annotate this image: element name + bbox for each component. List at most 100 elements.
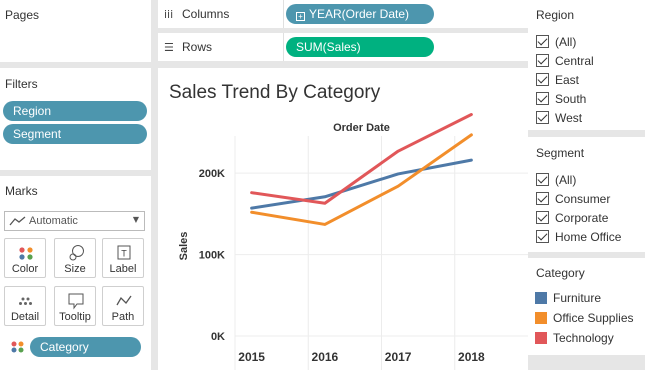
rows-shelf-label: ☰ Rows xyxy=(164,33,212,61)
segment-option-label: Corporate xyxy=(555,210,609,225)
x-tick-label: 2015 xyxy=(238,350,265,364)
tooltip-icon xyxy=(68,293,84,310)
detail-button-label: Detail xyxy=(10,311,40,323)
color-button-label: Color xyxy=(11,263,39,275)
x-tick-label: 2016 xyxy=(312,350,339,364)
mark-type-dropdown[interactable]: Automatic ▼ xyxy=(4,211,145,231)
legend-item-furniture[interactable]: Furniture xyxy=(535,289,601,307)
checkbox[interactable] xyxy=(536,73,549,86)
series-line-office-supplies xyxy=(250,133,473,226)
legend-item-label: Office Supplies xyxy=(553,311,634,325)
plus-box-icon: + xyxy=(296,12,305,21)
segment-option-home-office[interactable]: Home Office xyxy=(536,228,621,245)
sheet-title: Sales Trend By Category xyxy=(169,82,381,103)
pages-card: Pages xyxy=(0,0,151,62)
columns-pill[interactable]: + YEAR(Order Date) xyxy=(286,4,434,24)
chevron-down-icon: ▼ xyxy=(132,215,139,224)
segment-option-consumer[interactable]: Consumer xyxy=(536,190,610,207)
tooltip-button[interactable]: Tooltip xyxy=(54,286,96,326)
region-option-east[interactable]: East xyxy=(536,71,579,88)
segment-option-label: (All) xyxy=(555,172,577,187)
tableau-workspace: Pages Filters Region Segment Marks Autom… xyxy=(0,0,645,370)
y-tick-label: 0K xyxy=(211,331,225,343)
region-option-central[interactable]: Central xyxy=(536,52,594,69)
region-option-label: South xyxy=(555,91,587,106)
rows-label: Rows xyxy=(182,40,213,54)
rows-icon: ☰ xyxy=(164,40,174,54)
line-mark-icon xyxy=(9,216,26,226)
checkbox[interactable] xyxy=(536,54,549,67)
legend-item-office-supplies[interactable]: Office Supplies xyxy=(535,309,634,327)
columns-label: Columns xyxy=(182,7,230,21)
segment-option-label: Home Office xyxy=(555,229,622,244)
legend-item-label: Technology xyxy=(553,331,614,345)
region-option-label: West xyxy=(555,110,583,125)
color-button[interactable]: Color xyxy=(4,238,46,278)
checkbox[interactable] xyxy=(536,211,549,224)
color-dots-icon xyxy=(11,341,24,353)
legend-swatch xyxy=(535,332,547,344)
filters-card: Filters Region Segment xyxy=(0,68,151,170)
filters-title: Filters xyxy=(5,77,38,91)
segment-filter-title: Segment xyxy=(536,146,585,160)
columns-pill-label: YEAR(Order Date) xyxy=(309,7,410,21)
marks-card: Marks Automatic ▼ Color Size T Label Det… xyxy=(0,176,151,370)
size-button[interactable]: Size xyxy=(54,238,96,278)
checkbox[interactable] xyxy=(536,173,549,186)
region-option-label: East xyxy=(555,72,580,87)
segment-option-corporate[interactable]: Corporate xyxy=(536,209,608,226)
x-tick-label: 2017 xyxy=(385,350,412,364)
region-option-all[interactable]: (All) xyxy=(536,33,576,50)
detail-button[interactable]: Detail xyxy=(4,286,46,326)
path-button[interactable]: Path xyxy=(102,286,144,326)
legend-item-label: Furniture xyxy=(553,291,602,305)
y-tick-label: 100K xyxy=(199,250,225,262)
label-button[interactable]: T Label xyxy=(102,238,144,278)
region-option-west[interactable]: West xyxy=(536,109,582,126)
path-icon xyxy=(116,295,132,306)
marks-title: Marks xyxy=(5,184,38,198)
region-filter-title: Region xyxy=(536,8,575,22)
category-color-pill[interactable]: Category xyxy=(30,337,141,357)
tooltip-button-label: Tooltip xyxy=(59,311,91,323)
color-icon xyxy=(19,247,33,260)
label-icon: T xyxy=(117,245,131,260)
segment-filter-card: Segment (All) Consumer Corporate Home Of… xyxy=(528,137,645,252)
region-filter-card: Region (All) Central East South West xyxy=(528,0,645,130)
region-option-label: Central xyxy=(555,53,594,68)
shelf-divider xyxy=(283,0,284,28)
svg-text:T: T xyxy=(121,249,127,259)
series-line-furniture xyxy=(250,158,473,210)
size-icon xyxy=(69,245,84,261)
checkbox[interactable] xyxy=(536,230,549,243)
region-option-label: (All) xyxy=(555,34,577,49)
x-tick-label: 2018 xyxy=(458,350,485,364)
line-chart: Order Date 0K 100K 200K Sales 2015 2016 2017 201… xyxy=(178,113,528,370)
shelf-divider xyxy=(283,33,284,61)
category-legend-card: Category Furniture Office Supplies Techn… xyxy=(528,258,645,355)
region-option-south[interactable]: South xyxy=(536,90,586,107)
segment-option-all[interactable]: (All) xyxy=(536,171,576,188)
mark-type-label: Automatic xyxy=(29,215,78,227)
checkbox[interactable] xyxy=(536,111,549,124)
detail-icon xyxy=(19,297,32,305)
pages-title: Pages xyxy=(5,8,40,22)
y-axis-title: Sales xyxy=(178,232,190,261)
filter-pill-segment[interactable]: Segment xyxy=(3,124,147,144)
columns-icon: iii xyxy=(164,7,174,21)
size-button-label: Size xyxy=(64,263,86,275)
column-header-label: Order Date xyxy=(333,122,390,134)
y-tick-label: 200K xyxy=(199,168,225,180)
columns-shelf-label: iii Columns xyxy=(164,0,229,28)
checkbox[interactable] xyxy=(536,192,549,205)
checkbox[interactable] xyxy=(536,35,549,48)
rows-pill[interactable]: SUM(Sales) xyxy=(286,37,434,57)
category-legend-title: Category xyxy=(536,266,585,280)
label-button-label: Label xyxy=(109,263,137,275)
legend-item-technology[interactable]: Technology xyxy=(535,329,614,347)
filter-pill-region[interactable]: Region xyxy=(3,101,147,121)
legend-swatch xyxy=(535,312,547,324)
legend-swatch xyxy=(535,292,547,304)
checkbox[interactable] xyxy=(536,92,549,105)
segment-option-label: Consumer xyxy=(555,191,611,206)
